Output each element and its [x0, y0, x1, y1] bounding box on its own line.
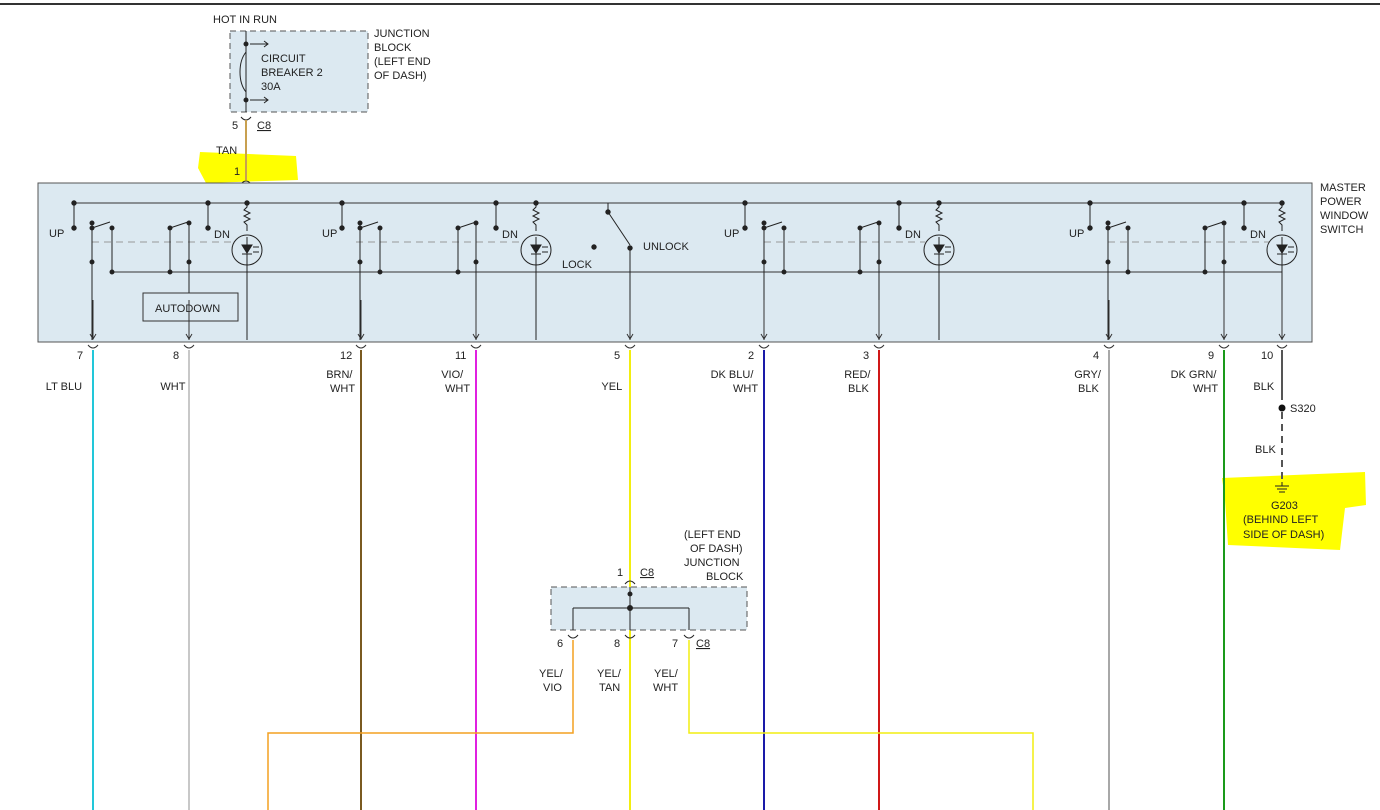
wire-label-1: GRY/ [1074, 369, 1102, 381]
up-label: UP [49, 228, 64, 240]
lower-pin-right: 7 [672, 638, 678, 650]
lower-jb-label-1: (LEFT END [684, 529, 741, 541]
up-label: UP [1069, 228, 1084, 240]
wire-label-1: WHT [160, 381, 185, 393]
tan-wire-label: TAN [216, 145, 237, 157]
lower-in-pin: 1 [617, 567, 623, 579]
ground-id: G203 [1271, 500, 1298, 512]
highlight-pin1 [198, 152, 298, 183]
wire-label-2: BLK [848, 383, 869, 395]
output-pins: 7 LT BLU 8 WHT 12 BRN/WHT 11 VIO/WHT 5 YEL 2 DK BLU… [46, 300, 1288, 810]
yel-wht-wire [688, 640, 1034, 810]
ground-location-2: SIDE OF DASH) [1243, 529, 1324, 541]
wire-yel-wht-label-1: YEL/ [654, 668, 679, 680]
splice-label: S320 [1290, 403, 1316, 415]
up-label: UP [322, 228, 337, 240]
lower-jb-label-3: JUNCTION [684, 557, 740, 569]
pin-number: 10 [1261, 350, 1273, 362]
lower-pin-mid: 8 [614, 638, 620, 650]
lower-connector-right: C8 [696, 638, 710, 650]
pin-connector-arc [1276, 344, 1288, 349]
wire-label-2: WHT [733, 383, 758, 395]
up-label: UP [724, 228, 739, 240]
wire-yel-vio-label-1: YEL/ [539, 668, 564, 680]
autodown-label: AUTODOWN [155, 303, 220, 315]
wire-yel-vio-label-2: VIO [543, 682, 562, 694]
pin-connector-arc [355, 344, 367, 349]
switch-name-1: MASTER [1320, 182, 1366, 194]
dn-label: DN [214, 229, 230, 241]
pin-number: 12 [340, 350, 352, 362]
pin-number: 3 [863, 350, 869, 362]
breaker-label-2: BREAKER 2 [261, 67, 323, 79]
breaker-label-1: CIRCUIT [261, 53, 306, 65]
dn-label: DN [502, 229, 518, 241]
upper-junction-block: HOT IN RUN CIRCUIT BREAKER 2 30A JUNCTIO… [213, 14, 431, 132]
pin-connector-arc [470, 344, 482, 349]
pin-connector-arc [1103, 344, 1115, 349]
lower-jb-label-4: BLOCK [706, 571, 744, 583]
jb-label-3: (LEFT END [374, 56, 431, 68]
pin-8-circuit: 8 WHT [160, 300, 195, 810]
ground-branch: S320 BLK G203 (BEHIND LEFT SIDE OF DASH) [1243, 403, 1324, 541]
wire-yel-tan-label-1: YEL/ [597, 668, 622, 680]
pin-connector-arc [1218, 344, 1230, 349]
jb-label-1: JUNCTION [374, 28, 430, 40]
wire-label-1: BLK [1253, 381, 1274, 393]
wire-label-1: YEL [601, 381, 622, 393]
lower-pin-left: 6 [557, 638, 563, 650]
wire-yel-tan-label-2: TAN [599, 682, 620, 694]
unlock-label: UNLOCK [643, 241, 690, 253]
pin-connector-arc [624, 344, 636, 349]
pin-number: 8 [173, 350, 179, 362]
pin-connector-arc [87, 344, 99, 349]
pin-number: 7 [77, 350, 83, 362]
yel-vio-wire [267, 640, 574, 810]
wire-yel-wht-label-2: WHT [653, 682, 678, 694]
pin-connector-arc [758, 344, 770, 349]
pin-7-circuit: 7 LT BLU [46, 300, 99, 810]
jb-label-4: OF DASH) [374, 70, 427, 82]
dn-label: DN [1250, 229, 1266, 241]
pin-number: 4 [1093, 350, 1099, 362]
switch-name-2: POWER [1320, 196, 1362, 208]
pin-connector-arc [183, 344, 195, 349]
connector-c8-upper [240, 116, 252, 121]
pin-connector-arc [873, 344, 885, 349]
pin-number: 11 [455, 350, 466, 362]
lower-in-connector: C8 [640, 567, 654, 579]
pin-4-circuit: 4 GRY/BLK [1074, 300, 1115, 810]
wire-label-2: WHT [330, 383, 355, 395]
wire-label-1: BRN/ [326, 369, 353, 381]
wire-label-1: DK BLU/ [711, 369, 755, 381]
jb-label-2: BLOCK [374, 42, 412, 54]
master-power-window-switch: MASTER POWER WINDOW SWITCH UP DN UP DN UP DN U… [37, 182, 1369, 343]
power-window-wiring-diagram: HOT IN RUN CIRCUIT BREAKER 2 30A JUNCTIO… [0, 3, 1380, 810]
switch-name-4: SWITCH [1320, 224, 1363, 236]
wire-label-2: BLK [1078, 383, 1099, 395]
upper-out-pin: 5 [232, 120, 238, 132]
wire-label-1: VIO/ [441, 369, 464, 381]
wire-label-1: LT BLU [46, 381, 82, 393]
wire-label-2: WHT [445, 383, 470, 395]
splice-dot [1278, 404, 1286, 412]
upper-connector-label: C8 [257, 120, 271, 132]
breaker-rating: 30A [261, 81, 281, 93]
ground-location-1: (BEHIND LEFT [1243, 514, 1318, 526]
pin-number: 2 [748, 350, 754, 362]
switch-input-pin: 1 [234, 166, 240, 178]
lock-label: LOCK [562, 259, 593, 271]
dn-label: DN [905, 229, 921, 241]
lower-junction-block: (LEFT END OF DASH) JUNCTION BLOCK 1 C8 6… [267, 529, 1034, 810]
pin-number: 5 [614, 350, 620, 362]
ground-wire-label: BLK [1255, 444, 1276, 456]
pin-9-circuit: 9 DK GRN/WHT [1171, 300, 1230, 810]
wire-label-1: RED/ [844, 369, 871, 381]
hot-in-run-label: HOT IN RUN [213, 14, 277, 26]
pin-number: 9 [1208, 350, 1214, 362]
lower-jb-label-2: OF DASH) [690, 543, 743, 555]
wire-label-1: DK GRN/ [1171, 369, 1218, 381]
wire-label-2: WHT [1193, 383, 1218, 395]
switch-name-3: WINDOW [1320, 210, 1369, 222]
